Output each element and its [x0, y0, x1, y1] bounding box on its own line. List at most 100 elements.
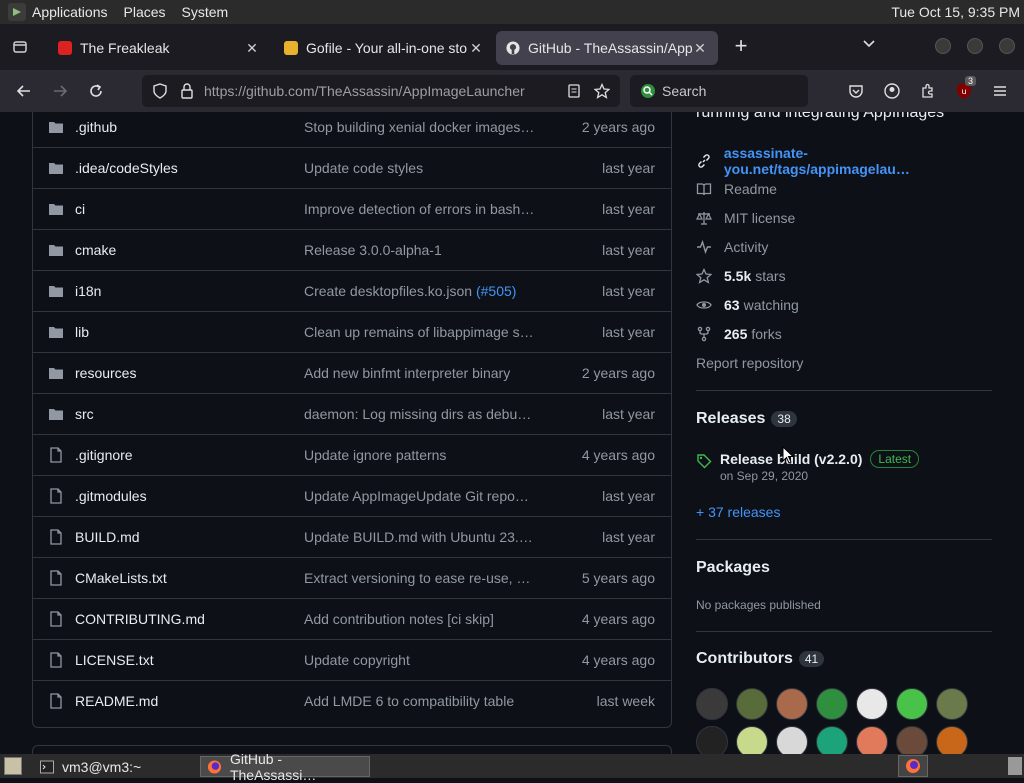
- releases-heading[interactable]: Releases 38: [696, 410, 797, 428]
- stars-link[interactable]: 5.5k stars: [696, 268, 786, 284]
- table-row[interactable]: BUILD.md Update BUILD.md with Ubuntu 23.……: [33, 516, 671, 557]
- places-menu[interactable]: Places: [124, 4, 166, 20]
- url-bar[interactable]: https://github.com/TheAssassin/AppImageL…: [142, 75, 620, 107]
- latest-release[interactable]: Release build (v2.2.0) Latest: [696, 449, 920, 469]
- reader-view-icon[interactable]: [566, 83, 582, 99]
- table-row[interactable]: .idea/codeStyles Update code styles last y…: [33, 147, 671, 188]
- minimize-button[interactable]: [935, 38, 951, 54]
- panel-clock[interactable]: Tue Oct 15, 9:35 PM: [891, 4, 1020, 20]
- tab-close-icon[interactable]: ✕: [244, 40, 260, 57]
- file-name[interactable]: i18n: [75, 283, 101, 299]
- avatar[interactable]: [816, 688, 848, 720]
- commit-message[interactable]: Update AppImageUpdate Git repo…: [304, 488, 540, 504]
- avatar[interactable]: [696, 726, 728, 754]
- avatar[interactable]: [936, 688, 968, 720]
- readme-link[interactable]: Readme: [696, 181, 777, 197]
- table-row[interactable]: .gitignore Update ignore patterns 4 years …: [33, 434, 671, 475]
- commit-message[interactable]: Improve detection of errors in bash…: [304, 201, 540, 217]
- tab-freakleak[interactable]: The Freakleak ✕: [48, 31, 270, 65]
- ublock-button[interactable]: u 3: [953, 76, 977, 102]
- table-row[interactable]: cmake Release 3.0.0-alpha-1 last year: [33, 229, 671, 270]
- commit-message[interactable]: Update ignore patterns: [304, 447, 540, 463]
- more-releases-link[interactable]: + 37 releases: [696, 504, 780, 520]
- file-name[interactable]: resources: [75, 365, 136, 381]
- maximize-button[interactable]: [967, 38, 983, 54]
- tray-firefox[interactable]: [898, 755, 928, 777]
- url-text[interactable]: https://github.com/TheAssassin/AppImageL…: [204, 83, 525, 99]
- tab-close-icon[interactable]: ✕: [692, 40, 708, 57]
- commit-message[interactable]: Add contribution notes [ci skip]: [304, 611, 540, 627]
- table-row[interactable]: resources Add new binfmt interpreter bina…: [33, 352, 671, 393]
- table-row[interactable]: lib Clean up remains of libappimage s… las…: [33, 311, 671, 352]
- table-row[interactable]: i18n Create desktopfiles.ko.json (#505) la…: [33, 270, 671, 311]
- trash-icon[interactable]: [1008, 757, 1022, 775]
- applications-menu[interactable]: Applications: [32, 4, 108, 20]
- report-repository-link[interactable]: Report repository: [696, 355, 803, 371]
- file-name[interactable]: .gitmodules: [75, 488, 147, 504]
- contributors-heading[interactable]: Contributors 41: [696, 650, 825, 668]
- commit-message[interactable]: Clean up remains of libappimage s…: [304, 324, 540, 340]
- file-name[interactable]: .gitignore: [75, 447, 133, 463]
- file-name[interactable]: README.md: [75, 693, 158, 709]
- avatar[interactable]: [776, 688, 808, 720]
- lock-icon[interactable]: [180, 83, 194, 99]
- commit-message[interactable]: Stop building xenial docker images…: [304, 119, 540, 135]
- file-name[interactable]: CONTRIBUTING.md: [75, 611, 205, 627]
- file-name[interactable]: .idea/codeStyles: [75, 160, 178, 176]
- commit-message[interactable]: Create desktopfiles.ko.json (#505): [304, 283, 540, 299]
- list-all-tabs-button[interactable]: [858, 36, 880, 58]
- taskbar-firefox[interactable]: GitHub - TheAssassi…: [200, 751, 370, 783]
- avatar[interactable]: [776, 726, 808, 754]
- avatar[interactable]: [736, 688, 768, 720]
- file-name[interactable]: LICENSE.txt: [75, 652, 154, 668]
- table-row[interactable]: CONTRIBUTING.md Add contribution notes [c…: [33, 598, 671, 639]
- avatar[interactable]: [696, 688, 728, 720]
- taskbar-terminal[interactable]: vm3@vm3:~: [34, 756, 196, 777]
- account-button[interactable]: [881, 80, 903, 102]
- pull-request-link[interactable]: (#505): [476, 283, 516, 299]
- reload-button[interactable]: [85, 80, 107, 102]
- commit-message[interactable]: Release 3.0.0-alpha-1: [304, 242, 540, 258]
- file-name[interactable]: src: [75, 406, 94, 422]
- avatar[interactable]: [816, 726, 848, 754]
- new-tab-button[interactable]: +: [730, 35, 752, 58]
- commit-message[interactable]: Update copyright: [304, 652, 540, 668]
- packages-heading[interactable]: Packages: [696, 559, 770, 577]
- file-name[interactable]: .github: [75, 119, 117, 135]
- license-link[interactable]: MIT license: [696, 210, 795, 226]
- avatar[interactable]: [896, 688, 928, 720]
- distro-logo-icon[interactable]: [8, 3, 26, 21]
- avatar[interactable]: [896, 726, 928, 754]
- pocket-button[interactable]: [845, 80, 867, 102]
- commit-message[interactable]: Update BUILD.md with Ubuntu 23.…: [304, 529, 540, 545]
- tab-github[interactable]: GitHub - TheAssassin/AppImageLauncher ✕: [496, 31, 718, 65]
- commit-message[interactable]: Extract versioning to ease re-use, …: [304, 570, 540, 586]
- table-row[interactable]: src daemon: Log missing dirs as debu… last…: [33, 393, 671, 434]
- avatar[interactable]: [856, 688, 888, 720]
- file-name[interactable]: lib: [75, 324, 89, 340]
- commit-message[interactable]: Add new binfmt interpreter binary: [304, 365, 540, 381]
- app-menu-button[interactable]: [989, 80, 1011, 102]
- table-row[interactable]: ci Improve detection of errors in bash… la…: [33, 188, 671, 229]
- avatar[interactable]: [856, 726, 888, 754]
- forward-button[interactable]: [49, 80, 71, 102]
- website-link[interactable]: assassinate-you.net/tags/appimagelau…: [696, 145, 992, 177]
- forks-link[interactable]: 265 forks: [696, 326, 782, 342]
- file-name[interactable]: cmake: [75, 242, 116, 258]
- table-row[interactable]: .gitmodules Update AppImageUpdate Git rep…: [33, 475, 671, 516]
- website-url[interactable]: assassinate-you.net/tags/appimagelau…: [724, 145, 992, 177]
- file-name[interactable]: BUILD.md: [75, 529, 140, 545]
- file-name[interactable]: ci: [75, 201, 85, 217]
- file-name[interactable]: CMakeLists.txt: [75, 570, 167, 586]
- activity-link[interactable]: Activity: [696, 239, 768, 255]
- search-bar[interactable]: Search: [630, 75, 808, 107]
- system-menu[interactable]: System: [182, 4, 229, 20]
- avatar[interactable]: [736, 726, 768, 754]
- avatar[interactable]: [936, 726, 968, 754]
- commit-message[interactable]: daemon: Log missing dirs as debu…: [304, 406, 540, 422]
- table-row[interactable]: README.md Add LMDE 6 to compatibility tab…: [33, 680, 671, 721]
- tab-close-icon[interactable]: ✕: [468, 40, 484, 57]
- table-row[interactable]: CMakeLists.txt Extract versioning to ease…: [33, 557, 671, 598]
- firefox-view-button[interactable]: [4, 31, 36, 63]
- watching-link[interactable]: 63 watching: [696, 297, 799, 313]
